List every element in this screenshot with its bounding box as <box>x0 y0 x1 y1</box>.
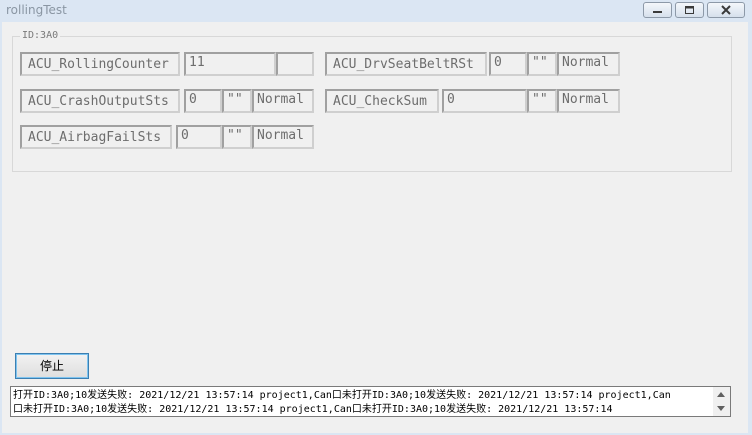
signal-value-check-sum: 0 <box>442 89 527 113</box>
signal-value-airbag-fail: 0 <box>176 125 222 149</box>
signal-name-drv-seat-belt: ACU_DrvSeatBeltRSt <box>325 52 487 76</box>
signal-status-rolling-counter <box>276 52 314 76</box>
stop-button[interactable]: 停止 <box>15 353 89 379</box>
signal-name-airbag-fail: ACU_AirbagFailSts <box>20 125 172 149</box>
scroll-up-arrow-icon[interactable] <box>717 392 725 397</box>
signal-value-crash-output: 0 <box>184 89 222 113</box>
log-content: 打开ID:3A0;10发送失败: 2021/12/21 13:57:14 pro… <box>13 389 713 416</box>
client-area: ID:3A0 ACU_RollingCounter 11 ACU_DrvSeat… <box>2 22 748 433</box>
minimize-button[interactable] <box>643 2 672 18</box>
maximize-icon <box>685 6 694 14</box>
signal-name-crash-output: ACU_CrashOutputSts <box>20 89 180 113</box>
group-label: ID:3A0 <box>20 30 61 41</box>
signal-status-drv-seat-belt: Normal <box>557 52 620 76</box>
signal-unit-airbag-fail: "" <box>222 125 252 149</box>
window-title: rollingTest <box>6 3 67 17</box>
signal-status-crash-output: Normal <box>252 89 314 113</box>
maximize-button[interactable] <box>675 2 704 18</box>
title-bar[interactable]: rollingTest <box>0 0 752 22</box>
signal-name-rolling-counter: ACU_RollingCounter <box>20 52 180 76</box>
signal-unit-check-sum: "" <box>527 89 557 113</box>
log-line: 口未打开ID:3A0;10发送失败: 2021/12/21 13:57:14 p… <box>13 404 613 415</box>
log-line: 打开ID:3A0;10发送失败: 2021/12/21 13:57:14 pro… <box>13 390 671 401</box>
signal-value-drv-seat-belt: 0 <box>489 52 527 76</box>
signal-name-check-sum: ACU_CheckSum <box>325 89 439 113</box>
log-textbox[interactable]: 打开ID:3A0;10发送失败: 2021/12/21 13:57:14 pro… <box>10 386 731 417</box>
signal-status-check-sum: Normal <box>557 89 620 113</box>
signal-unit-drv-seat-belt: "" <box>527 52 557 76</box>
signal-unit-crash-output: "" <box>222 89 252 113</box>
scroll-down-arrow-icon[interactable] <box>717 406 725 411</box>
close-icon <box>721 5 731 15</box>
close-button[interactable] <box>707 2 745 18</box>
signal-value-rolling-counter: 11 <box>184 52 276 76</box>
log-scrollbar[interactable] <box>713 387 730 416</box>
signal-status-airbag-fail: Normal <box>252 125 314 149</box>
minimize-icon <box>653 11 662 13</box>
